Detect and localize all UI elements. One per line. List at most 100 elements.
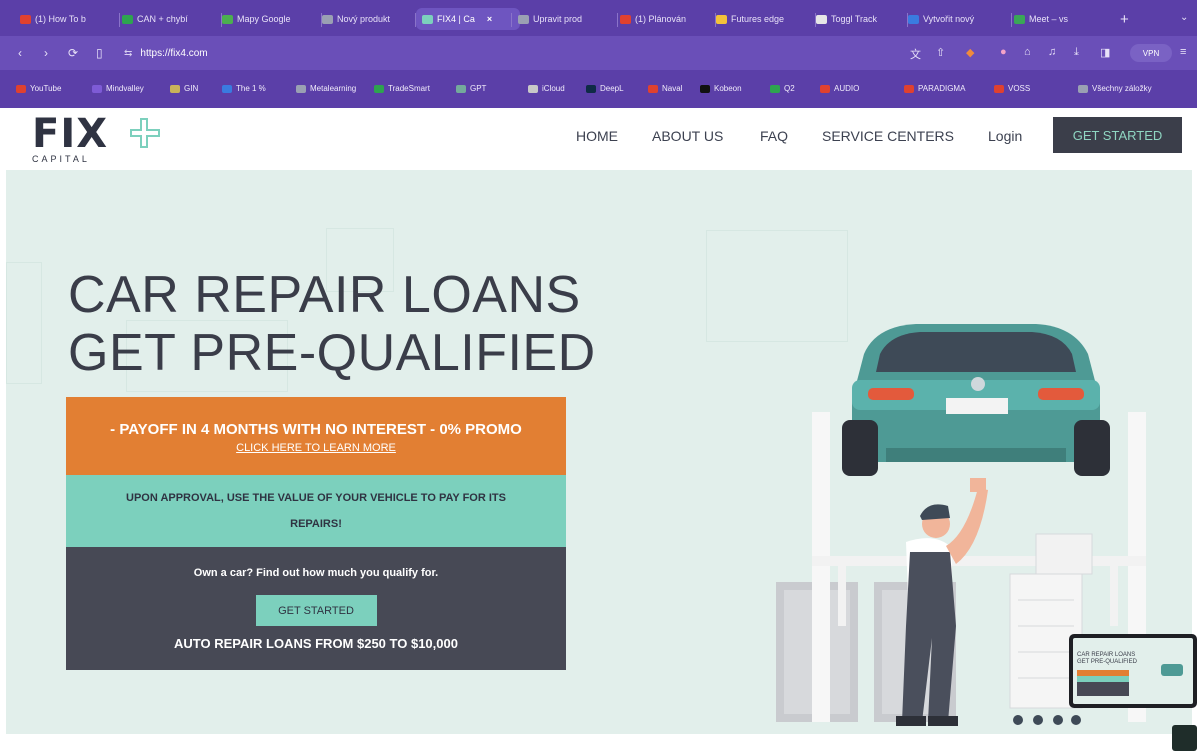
bookmark-favicon-icon [994, 84, 1004, 93]
forward-arrow-icon[interactable]: › [44, 46, 48, 60]
tab-separator [1011, 13, 1012, 27]
bookmark-item[interactable]: Q2 [770, 84, 795, 93]
nav-service-centers[interactable]: SERVICE CENTERS [822, 128, 954, 144]
site-header: FIX CAPITAL HOME ABOUT US FAQ SERVICE CE… [0, 108, 1197, 170]
tab-favicon-icon [816, 14, 827, 24]
music-icon[interactable]: ♫ [1048, 46, 1056, 58]
bookmark-label: Všechny záložky [1092, 84, 1152, 93]
download-icon[interactable]: ⤓ [1074, 46, 1079, 59]
qualify-question: Own a car? Find out how much you qualify… [193, 567, 439, 579]
browser-tab[interactable]: CAN + chybí [122, 8, 218, 30]
url-field[interactable]: ⇆ https://fix4.com [124, 42, 894, 64]
site-info-icon[interactable]: ⇆ [124, 48, 132, 59]
site-preview-thumbnail[interactable]: CAR REPAIR LOANS GET PRE-QUALIFIED [1069, 634, 1197, 708]
bookmark-favicon-icon [92, 84, 102, 93]
bookmarks-bar: YouTube Mindvalley GIN The 1 % Metalearning T… [0, 70, 1197, 108]
bookmark-label: TradeSmart [388, 84, 430, 93]
nav-home[interactable]: HOME [576, 128, 618, 144]
preview-qualify-bar [1077, 682, 1129, 696]
bookmark-label: VOSS [1008, 84, 1031, 93]
tab-list-chevron-icon[interactable]: ⌄ [1180, 12, 1188, 23]
bookmark-item[interactable]: Naval [648, 84, 682, 93]
browser-tab[interactable]: Mapy Google [222, 8, 318, 30]
tab-separator [617, 13, 618, 27]
share-icon[interactable]: ⇧ [936, 46, 945, 59]
preview-screen: CAR REPAIR LOANS GET PRE-QUALIFIED [1073, 638, 1193, 704]
promo-banner: - PAYOFF IN 4 MONTHS WITH NO INTEREST - … [66, 397, 566, 475]
logo-plus-icon [130, 118, 160, 148]
browser-tab[interactable]: Futures edge [716, 8, 812, 30]
brave-shield-icon[interactable]: ◆ [966, 46, 974, 59]
browser-tab[interactable]: Nový produkt [322, 8, 412, 30]
bookmark-item[interactable]: TradeSmart [374, 84, 430, 93]
bookmark-item[interactable]: DeepL [586, 84, 624, 93]
bookmark-label: Naval [662, 84, 683, 93]
browser-tab[interactable]: (1) Plánován [620, 8, 712, 30]
tab-favicon-icon [518, 14, 529, 24]
tab-favicon-icon [222, 14, 233, 24]
bookmark-item[interactable]: GIN [170, 84, 198, 93]
hero-get-started-button[interactable]: GET STARTED [255, 595, 377, 626]
bookmark-item[interactable]: YouTube [16, 84, 61, 93]
sidebar-icon[interactable]: ◨ [1100, 46, 1110, 59]
bookmark-favicon-icon [1078, 84, 1088, 93]
extension-icon[interactable]: ● [1000, 46, 1007, 58]
bookmark-item[interactable]: GPT [456, 84, 486, 93]
nav-about-us[interactable]: ABOUT US [652, 128, 723, 144]
preview-title-2: GET PRE-QUALIFIED [1077, 659, 1137, 665]
loan-range-text: AUTO REPAIR LOANS FROM $250 TO $10,000 [174, 636, 458, 651]
bookmark-item[interactable]: Všechny záložky [1078, 84, 1152, 93]
fix-capital-logo[interactable]: FIX CAPITAL [32, 111, 160, 164]
browser-address-bar: ‹ › ⟳ ▯ ⇆ https://fix4.com ⽂ ⇧ ◆ ● ⌂ ♫ ⤓… [0, 36, 1197, 70]
reload-icon[interactable]: ⟳ [68, 46, 78, 60]
hero-title-line-2: GET PRE-QUALIFIED [68, 324, 596, 382]
bookmark-item[interactable]: Mindvalley [92, 84, 144, 93]
browser-tab[interactable]: Toggl Track [816, 8, 904, 30]
browser-tab[interactable]: FIX4 | Ca × [416, 8, 520, 30]
bookmark-item[interactable]: Kobeon [700, 84, 742, 93]
bookmark-label: GPT [470, 84, 487, 93]
tab-label: Futures edge [731, 14, 785, 24]
bookmark-item[interactable]: AUDIO [820, 84, 859, 93]
hero-title: CAR REPAIR LOANS GET PRE-QUALIFIED [68, 266, 596, 382]
bookmark-label: Metalearning [310, 84, 357, 93]
tab-label: FIX4 | Ca [437, 14, 475, 24]
bookmark-favicon-icon [456, 84, 466, 93]
chat-help-icon[interactable] [1172, 725, 1197, 751]
tab-favicon-icon [20, 14, 31, 24]
bookmark-item[interactable]: PARADIGMA [904, 84, 965, 93]
tab-close-icon[interactable]: × [487, 14, 492, 24]
promo-learn-more-link[interactable]: CLICK HERE TO LEARN MORE [236, 442, 396, 454]
tab-separator [119, 13, 120, 27]
translate-icon[interactable]: ⽂ [910, 46, 921, 62]
header-get-started-button[interactable]: GET STARTED [1053, 117, 1182, 153]
bookmark-item[interactable]: iCloud [528, 84, 565, 93]
nav-faq[interactable]: FAQ [760, 128, 788, 144]
browser-tab[interactable]: (1) How To b [20, 8, 116, 30]
browser-tab[interactable]: Vytvořit nový [908, 8, 1008, 30]
browser-tab[interactable]: Meet – vs [1014, 8, 1104, 30]
bookmark-item[interactable]: VOSS [994, 84, 1030, 93]
tab-favicon-icon [908, 14, 919, 24]
bookmark-favicon-icon [374, 84, 384, 93]
tab-favicon-icon [716, 14, 727, 24]
back-arrow-icon[interactable]: ‹ [18, 46, 22, 60]
logo-text: FIX [32, 111, 109, 157]
vpn-button[interactable]: VPN [1130, 44, 1172, 62]
tab-label: Toggl Track [831, 14, 878, 24]
bookmark-item[interactable]: The 1 % [222, 84, 266, 93]
bookmark-favicon-icon [170, 84, 180, 93]
nav-login[interactable]: Login [988, 128, 1022, 144]
grid-decoration [6, 262, 42, 384]
approval-text: UPON APPROVAL, USE THE VALUE OF YOUR VEH… [126, 492, 506, 530]
bookmark-label: Q2 [784, 84, 795, 93]
puzzle-icon[interactable]: ⌂ [1024, 46, 1031, 58]
menu-icon[interactable]: ≡ [1180, 46, 1186, 58]
bookmark-item[interactable]: Metalearning [296, 84, 356, 93]
bookmark-label: Mindvalley [106, 84, 144, 93]
bookmark-favicon-icon [586, 84, 596, 93]
new-tab-button[interactable]: + [1120, 11, 1129, 28]
tab-favicon-icon [422, 14, 433, 24]
browser-tab[interactable]: Upravit prod [518, 8, 614, 30]
bookmark-icon[interactable]: ▯ [96, 46, 103, 60]
